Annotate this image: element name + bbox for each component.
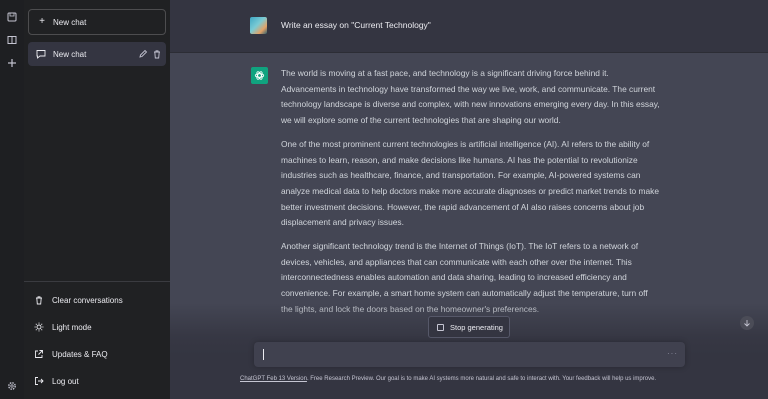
footer-disclaimer: ChatGPT Feb 13 Version. Free Research Pr…	[240, 376, 700, 382]
clear-conversations-link[interactable]: Clear conversations	[28, 289, 166, 311]
chat-history-label: New chat	[53, 49, 87, 59]
book-icon[interactable]	[5, 33, 19, 47]
updates-faq-label: Updates & FAQ	[52, 349, 108, 359]
sun-icon	[34, 322, 44, 332]
settings-gear-icon[interactable]	[5, 379, 19, 393]
answer-paragraph: One of the most prominent current techno…	[281, 138, 659, 228]
plus-icon: +	[39, 16, 45, 27]
footer-text: . Free Research Preview. Our goal is to …	[306, 376, 657, 382]
add-icon[interactable]	[5, 56, 19, 70]
stop-generating-label: Stop generating	[450, 322, 503, 332]
new-chat-label: New chat	[53, 17, 87, 27]
message-input[interactable]: ···	[254, 342, 685, 367]
external-link-icon	[34, 349, 44, 359]
edit-pencil-icon[interactable]	[138, 49, 148, 59]
text-caret	[263, 349, 264, 360]
scroll-down-button[interactable]	[740, 316, 754, 330]
new-chat-button[interactable]: + New chat	[28, 9, 166, 35]
light-mode-link[interactable]: Light mode	[28, 316, 166, 338]
assistant-answer: The world is moving at a fast pace, and …	[281, 66, 661, 326]
user-message-row: Write an essay on "Current Technology"	[170, 0, 768, 53]
updates-faq-link[interactable]: Updates & FAQ	[28, 343, 166, 365]
chat-history-item[interactable]: New chat	[28, 42, 166, 66]
sidebar-divider	[24, 281, 170, 282]
clear-conversations-label: Clear conversations	[52, 295, 123, 305]
trash-icon	[34, 295, 44, 305]
light-mode-label: Light mode	[52, 322, 92, 332]
delete-trash-icon[interactable]	[152, 49, 162, 59]
more-options-icon[interactable]: ···	[667, 349, 678, 358]
logout-icon	[34, 376, 44, 386]
user-prompt-text: Write an essay on "Current Technology"	[281, 20, 431, 30]
version-link[interactable]: ChatGPT Feb 13 Version	[240, 376, 307, 382]
answer-paragraph: The world is moving at a fast pace, and …	[281, 68, 660, 126]
message-icon	[36, 49, 46, 59]
stop-generating-button[interactable]: Stop generating	[428, 316, 510, 338]
log-out-label: Log out	[52, 376, 79, 386]
save-icon[interactable]	[5, 10, 19, 24]
user-avatar	[250, 17, 267, 34]
chatgpt-logo-icon	[251, 67, 268, 84]
stop-square-icon	[437, 323, 444, 331]
icon-rail	[0, 0, 24, 399]
sidebar: + New chat New chat Clear conversations …	[24, 0, 170, 399]
log-out-link[interactable]: Log out	[28, 370, 166, 392]
